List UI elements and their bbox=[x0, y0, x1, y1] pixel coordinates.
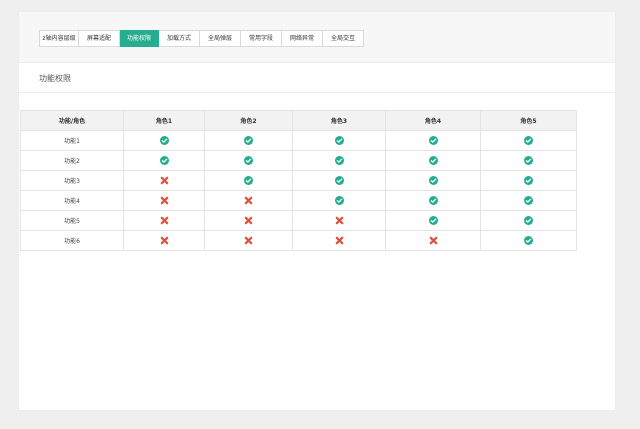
tab-item[interactable]: 全局弹层 bbox=[200, 30, 241, 47]
permission-cell bbox=[385, 210, 481, 231]
cross-icon bbox=[335, 236, 344, 245]
permission-cell bbox=[204, 230, 293, 251]
check-circle-icon bbox=[428, 216, 438, 225]
section-header: 功能权限 bbox=[19, 63, 615, 93]
permission-cell bbox=[123, 170, 205, 191]
cross-icon bbox=[335, 216, 344, 225]
permission-cell bbox=[292, 190, 386, 211]
permission-cell bbox=[480, 170, 577, 191]
check-circle-icon bbox=[524, 156, 533, 165]
header-cell: 功能/角色 bbox=[20, 110, 124, 131]
check-circle-icon bbox=[524, 196, 533, 205]
check-circle-icon bbox=[334, 156, 344, 165]
cross-icon bbox=[244, 216, 253, 225]
permission-cell bbox=[480, 230, 577, 251]
cross-icon bbox=[429, 236, 438, 245]
check-circle-icon bbox=[244, 176, 253, 185]
cross-icon bbox=[160, 196, 169, 205]
permission-cell bbox=[292, 210, 386, 231]
table-row: 功能3 bbox=[20, 170, 577, 191]
permission-cell bbox=[204, 190, 293, 211]
check-circle-icon bbox=[428, 156, 438, 165]
permission-cell bbox=[204, 150, 293, 171]
check-circle-icon bbox=[524, 176, 533, 185]
tab-item[interactable]: z轴内容层级 bbox=[39, 30, 79, 47]
check-circle-icon bbox=[244, 156, 253, 165]
permission-cell bbox=[385, 170, 481, 191]
permission-table: 功能/角色 角色1 角色2 角色3 角色4 角色5 功能1 功能2 功能3 功能4 功能… bbox=[20, 110, 577, 251]
table-header-row: 功能/角色 角色1 角色2 角色3 角色4 角色5 bbox=[20, 110, 577, 131]
tab-item[interactable]: 常用字段 bbox=[241, 30, 282, 47]
tab-item[interactable]: 功能权限 bbox=[120, 30, 159, 47]
check-circle-icon bbox=[334, 176, 344, 185]
feature-name-cell: 功能5 bbox=[20, 210, 124, 231]
tab-item[interactable]: 加载方式 bbox=[159, 30, 200, 47]
cross-icon bbox=[160, 216, 169, 225]
feature-name-cell: 功能6 bbox=[20, 230, 124, 251]
permission-cell bbox=[385, 190, 481, 211]
check-circle-icon bbox=[334, 196, 344, 205]
table-row: 功能5 bbox=[20, 210, 577, 231]
permission-cell bbox=[480, 210, 577, 231]
permission-cell bbox=[480, 150, 577, 171]
check-circle-icon bbox=[524, 136, 533, 145]
check-circle-icon bbox=[334, 136, 344, 145]
permission-cell bbox=[204, 170, 293, 191]
table-row: 功能6 bbox=[20, 230, 577, 251]
section-title: 功能权限 bbox=[39, 74, 71, 83]
header-cell: 角色4 bbox=[385, 110, 481, 131]
cross-icon bbox=[244, 236, 253, 245]
permission-cell bbox=[292, 230, 386, 251]
permission-cell bbox=[123, 130, 205, 151]
permission-cell bbox=[292, 170, 386, 191]
table-row: 功能1 bbox=[20, 130, 577, 151]
feature-name-cell: 功能1 bbox=[20, 130, 124, 151]
permission-cell bbox=[292, 130, 386, 151]
tab-item[interactable]: 网络异常 bbox=[282, 30, 323, 47]
tab-item[interactable]: 屏幕适配 bbox=[79, 30, 120, 47]
permission-cell bbox=[385, 130, 481, 151]
tab-item[interactable]: 全局交互 bbox=[323, 30, 364, 47]
check-circle-icon bbox=[524, 236, 533, 245]
permission-cell bbox=[480, 190, 577, 211]
check-circle-icon bbox=[428, 176, 438, 185]
permission-cell bbox=[385, 150, 481, 171]
tab-bar-area: z轴内容层级 屏幕适配 功能权限 加载方式 全局弹层 常用字段 网络异常 全局交互 bbox=[19, 12, 615, 63]
check-circle-icon bbox=[524, 216, 533, 225]
check-circle-icon bbox=[159, 136, 169, 145]
header-cell: 角色5 bbox=[480, 110, 577, 131]
cross-icon bbox=[160, 176, 169, 185]
permission-cell bbox=[385, 230, 481, 251]
permission-cell bbox=[123, 190, 205, 211]
check-circle-icon bbox=[159, 156, 169, 165]
permission-cell bbox=[204, 130, 293, 151]
header-cell: 角色3 bbox=[292, 110, 386, 131]
feature-name-cell: 功能3 bbox=[20, 170, 124, 191]
cross-icon bbox=[244, 196, 253, 205]
permission-cell bbox=[204, 210, 293, 231]
table-row: 功能4 bbox=[20, 190, 577, 211]
check-circle-icon bbox=[244, 136, 253, 145]
permission-cell bbox=[123, 150, 205, 171]
permission-cell bbox=[480, 130, 577, 151]
permission-cell bbox=[292, 150, 386, 171]
feature-name-cell: 功能2 bbox=[20, 150, 124, 171]
feature-name-cell: 功能4 bbox=[20, 190, 124, 211]
check-circle-icon bbox=[428, 136, 438, 145]
header-cell: 角色1 bbox=[123, 110, 205, 131]
cross-icon bbox=[160, 236, 169, 245]
header-cell: 角色2 bbox=[204, 110, 293, 131]
tab-bar: z轴内容层级 屏幕适配 功能权限 加载方式 全局弹层 常用字段 网络异常 全局交互 bbox=[39, 30, 364, 47]
permission-cell bbox=[123, 210, 205, 231]
table-row: 功能2 bbox=[20, 150, 577, 171]
permission-cell bbox=[123, 230, 205, 251]
check-circle-icon bbox=[428, 196, 438, 205]
